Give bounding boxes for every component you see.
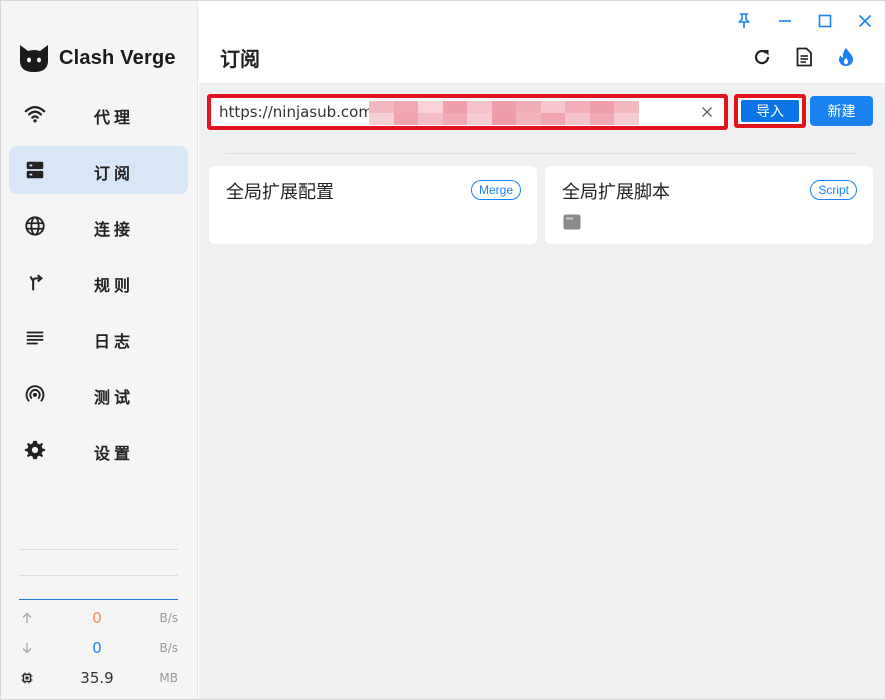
pin-icon [737, 13, 751, 28]
fork-icon [23, 270, 47, 294]
redacted-url-mosaic [369, 101, 639, 125]
pin-window-button[interactable] [732, 10, 756, 32]
list-icon [23, 326, 47, 350]
sidebar-divider [19, 575, 178, 576]
upload-speed: 0 B/s [19, 608, 178, 630]
sidebar-item-label: 连接 [94, 220, 135, 239]
main-panel: 订阅 https://ninjasub.com/ 导入 新建 全局扩展配置 Me… [199, 1, 885, 699]
merge-profile-card[interactable]: 全局扩展配置 Merge [209, 166, 537, 244]
minimize-button[interactable] [773, 10, 797, 32]
close-window-button[interactable] [853, 10, 877, 32]
download-unit: B/s [159, 641, 178, 655]
page-title: 订阅 [220, 47, 260, 71]
script-profile-card[interactable]: 全局扩展脚本 Script [545, 166, 873, 244]
sidebar-item-proxy[interactable]: 代理 [9, 90, 188, 138]
maximize-button[interactable] [813, 10, 837, 32]
sidebar-item-label: 规则 [94, 276, 135, 295]
upload-unit: B/s [159, 611, 178, 625]
memory-value: 35.9 [80, 669, 114, 687]
subscription-url-box: https://ninjasub.com/ [207, 94, 728, 130]
sidebar: Clash Verge 代理 订阅 连接 规则 日志 测试 设置 0 B/s 0… [1, 1, 198, 699]
sidebar-item-logs[interactable]: 日志 [9, 314, 188, 362]
update-all-button[interactable] [832, 43, 860, 71]
page-header: 订阅 [199, 1, 885, 84]
refresh-button[interactable] [748, 43, 776, 71]
sidebar-item-test[interactable]: 测试 [9, 370, 188, 418]
gear-icon [23, 438, 47, 462]
flame-icon [838, 48, 854, 66]
arrow-down-icon [19, 640, 35, 656]
sidebar-item-connections[interactable]: 连接 [9, 202, 188, 250]
app-logo: Clash Verge [17, 41, 176, 75]
file-icon [563, 214, 581, 230]
view-config-button[interactable] [790, 43, 818, 71]
memory-chip-icon [19, 670, 35, 686]
cat-logo-icon [20, 45, 48, 72]
close-icon [858, 14, 872, 28]
globe-icon [23, 214, 47, 238]
sidebar-item-label: 订阅 [94, 164, 135, 183]
arrow-up-icon [19, 610, 35, 626]
script-type-chip: Script [810, 180, 857, 200]
sidebar-item-rules[interactable]: 规则 [9, 258, 188, 306]
wifi-icon [23, 102, 47, 126]
document-icon [796, 47, 812, 67]
memory-unit: MB [159, 671, 178, 685]
import-button[interactable]: 导入 [741, 100, 799, 122]
app-window: Clash Verge 代理 订阅 连接 规则 日志 测试 设置 0 B/s 0… [0, 0, 886, 700]
new-profile-button[interactable]: 新建 [810, 96, 873, 126]
sidebar-item-label: 日志 [94, 332, 135, 351]
merge-type-chip: Merge [470, 180, 521, 200]
maximize-icon [818, 14, 832, 28]
refresh-icon [754, 50, 770, 65]
import-button-highlight: 导入 [734, 94, 806, 128]
radar-icon [23, 382, 47, 406]
sidebar-item-label: 测试 [94, 388, 135, 407]
dns-icon [23, 158, 47, 182]
upload-value: 0 [92, 609, 102, 627]
sidebar-item-subscription[interactable]: 订阅 [9, 146, 188, 194]
sidebar-item-settings[interactable]: 设置 [9, 426, 188, 474]
sidebar-item-label: 代理 [94, 108, 135, 127]
section-divider [225, 153, 857, 154]
sidebar-nav: 代理 订阅 连接 规则 日志 测试 设置 [9, 90, 188, 482]
download-speed: 0 B/s [19, 638, 178, 660]
clear-url-button[interactable] [698, 103, 716, 121]
app-name: Clash Verge [59, 46, 176, 69]
subscription-url-input[interactable]: https://ninjasub.com/ [215, 101, 720, 125]
clear-icon [702, 107, 712, 117]
subscription-url-text: https://ninjasub.com/ [219, 103, 379, 121]
download-value: 0 [92, 639, 102, 657]
traffic-graph-baseline [19, 599, 178, 600]
minimize-icon [779, 20, 791, 22]
card-title: 全局扩展脚本 [562, 182, 670, 203]
card-title: 全局扩展配置 [226, 182, 334, 203]
sidebar-item-label: 设置 [94, 444, 135, 463]
sidebar-divider [19, 549, 178, 550]
memory-usage: 35.9 MB [19, 668, 178, 690]
